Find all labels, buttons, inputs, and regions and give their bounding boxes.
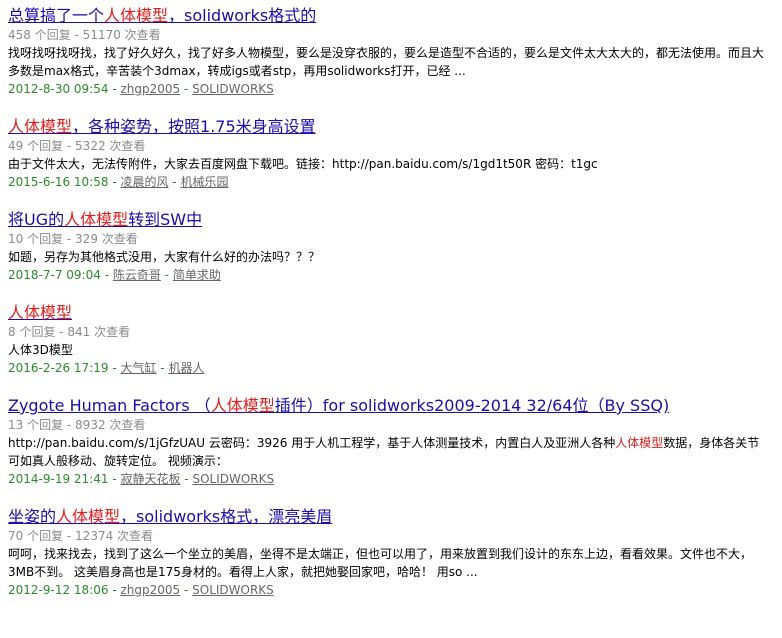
search-result: 坐姿的人体模型，solidworks格式，漂亮美眉 70 个回复 - 12374…: [8, 507, 778, 598]
meta-separator: -: [168, 175, 181, 189]
meta-separator: -: [108, 361, 121, 375]
result-meta: 2018-7-7 09:04 - 陈云奇哥 - 简单求助: [8, 267, 778, 283]
forum-link[interactable]: SOLIDWORKS: [192, 472, 274, 486]
author-link[interactable]: 陈云奇哥: [113, 268, 161, 282]
meta-separator: -: [100, 268, 113, 282]
search-result: Zygote Human Factors （人体模型插件）for solidwo…: [8, 396, 778, 487]
search-result: 将UG的人体模型转到SW中 10 个回复 - 329 次查看 如题，另存为其他格…: [8, 210, 778, 283]
forum-link[interactable]: SOLIDWORKS: [192, 583, 274, 597]
result-meta: 2016-2-26 17:19 - 大气缸 - 机器人: [8, 360, 778, 376]
meta-separator: -: [180, 82, 193, 96]
meta-separator: -: [180, 583, 193, 597]
post-date: 2018-7-7 09:04: [8, 268, 101, 282]
title-text: ，solidworks格式的: [168, 6, 317, 25]
result-title-link[interactable]: 人体模型: [8, 303, 72, 323]
forum-link[interactable]: SOLIDWORKS: [192, 82, 274, 96]
result-meta: 2015-6-16 10:58 - 凌晨的风 - 机械乐园: [8, 174, 778, 190]
result-stats: 49 个回复 - 5322 次查看: [8, 139, 146, 153]
snippet-highlight: 人体模型: [615, 436, 664, 450]
result-title-link[interactable]: 总算搞了一个人体模型，solidworks格式的: [8, 6, 316, 26]
author-link[interactable]: zhgp2005: [120, 583, 180, 597]
title-text: 插件）for solidworks2009-2014 32/64位（By SSQ…: [274, 396, 670, 415]
result-title-link[interactable]: 坐姿的人体模型，solidworks格式，漂亮美眉: [8, 507, 332, 527]
post-date: 2012-9-12 18:06: [8, 583, 109, 597]
result-snippet: 找呀找呀找呀找，找了好久好久，找了好多人物模型，要么是没穿衣服的，要么是造型不合…: [8, 44, 770, 80]
title-text: 坐姿的: [8, 507, 57, 526]
snippet-text: 由于文件太大，无法传附件，大家去百度网盘下载吧。链接：http://pan.ba…: [8, 157, 598, 171]
meta-separator: -: [108, 82, 121, 96]
meta-separator: -: [108, 583, 121, 597]
post-date: 2015-6-16 10:58: [8, 175, 109, 189]
result-snippet: 如题，另存为其他格式没用，大家有什么好的办法吗？？？: [8, 248, 770, 266]
title-highlight: 人体模型: [104, 6, 169, 25]
forum-link[interactable]: 机械乐园: [180, 175, 228, 189]
author-link[interactable]: 凌晨的风: [120, 175, 168, 189]
result-snippet: 人体3D模型: [8, 341, 770, 359]
result-stats: 70 个回复 - 12374 次查看: [8, 529, 154, 543]
search-results-list: 总算搞了一个人体模型，solidworks格式的 458 个回复 - 51170…: [0, 0, 778, 598]
result-stats: 10 个回复 - 329 次查看: [8, 232, 138, 246]
result-snippet: 由于文件太大，无法传附件，大家去百度网盘下载吧。链接：http://pan.ba…: [8, 155, 770, 173]
title-text: ，各种姿势，按照1.75米身高设置: [72, 117, 316, 136]
meta-separator: -: [160, 268, 173, 282]
meta-separator: -: [156, 361, 169, 375]
meta-separator: -: [180, 472, 193, 486]
forum-link[interactable]: 简单求助: [173, 268, 221, 282]
result-snippet: http://pan.baidu.com/s/1jGfzUAU 云密码：3926…: [8, 434, 770, 470]
title-highlight: 人体模型: [8, 117, 73, 136]
result-meta: 2012-9-12 18:06 - zhgp2005 - SOLIDWORKS: [8, 582, 778, 598]
post-date: 2016-2-26 17:19: [8, 361, 109, 375]
search-result: 总算搞了一个人体模型，solidworks格式的 458 个回复 - 51170…: [8, 6, 778, 97]
author-link[interactable]: zhgp2005: [120, 82, 180, 96]
search-result: 人体模型，各种姿势，按照1.75米身高设置 49 个回复 - 5322 次查看 …: [8, 117, 778, 190]
result-snippet: 呵呵，找来找去，找到了这么一个坐立的美眉，坐得不是太端正，但也可以用了，用来放置…: [8, 545, 770, 581]
result-title-link[interactable]: Zygote Human Factors （人体模型插件）for solidwo…: [8, 396, 669, 416]
search-result: 人体模型 8 个回复 - 841 次查看 人体3D模型 2016-2-26 17…: [8, 303, 778, 376]
result-stats: 458 个回复 - 51170 次查看: [8, 28, 161, 42]
title-text: 总算搞了一个: [8, 6, 105, 25]
snippet-text: 如题，另存为其他格式没用，大家有什么好的办法吗？？？: [8, 250, 321, 264]
meta-separator: -: [108, 472, 121, 486]
result-title-link[interactable]: 将UG的人体模型转到SW中: [8, 210, 202, 230]
title-text: 将UG的: [8, 210, 65, 229]
title-text: ，solidworks格式，漂亮美眉: [120, 507, 333, 526]
author-link[interactable]: 寂静天花板: [120, 472, 180, 486]
result-title-link[interactable]: 人体模型，各种姿势，按照1.75米身高设置: [8, 117, 316, 137]
title-highlight: 人体模型: [8, 303, 73, 322]
snippet-text: 人体3D模型: [8, 343, 73, 357]
title-text: Zygote Human Factors （: [8, 396, 211, 415]
title-highlight: 人体模型: [210, 396, 275, 415]
forum-link[interactable]: 机器人: [168, 361, 204, 375]
result-meta: 2012-8-30 09:54 - zhgp2005 - SOLIDWORKS: [8, 81, 778, 97]
result-stats: 13 个回复 - 8932 次查看: [8, 418, 146, 432]
title-highlight: 人体模型: [64, 210, 129, 229]
result-stats: 8 个回复 - 841 次查看: [8, 325, 131, 339]
result-meta: 2014-9-19 21:41 - 寂静天花板 - SOLIDWORKS: [8, 471, 778, 487]
title-text: 转到SW中: [128, 210, 203, 229]
snippet-text: http://pan.baidu.com/s/1jGfzUAU 云密码：3926…: [8, 436, 616, 450]
snippet-text: 找呀找呀找呀找，找了好久好久，找了好多人物模型，要么是没穿衣服的，要么是造型不合…: [8, 46, 765, 78]
post-date: 2012-8-30 09:54: [8, 82, 109, 96]
snippet-text: 呵呵，找来找去，找到了这么一个坐立的美眉，坐得不是太端正，但也可以用了，用来放置…: [8, 547, 753, 579]
post-date: 2014-9-19 21:41: [8, 472, 109, 486]
meta-separator: -: [108, 175, 121, 189]
title-highlight: 人体模型: [56, 507, 121, 526]
author-link[interactable]: 大气缸: [120, 361, 156, 375]
